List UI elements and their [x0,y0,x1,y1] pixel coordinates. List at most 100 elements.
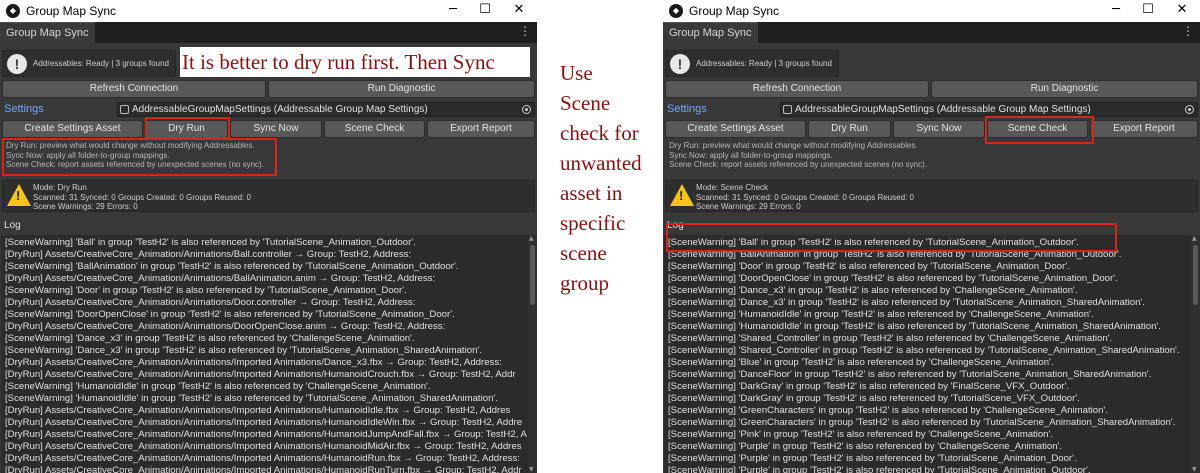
scrollbar-thumb[interactable] [530,245,535,305]
scroll-up-arrow-icon[interactable]: ▲ [1192,235,1197,242]
run-summary-box: ! Mode: Dry Run Scanned: 31 Synced: 0 Gr… [2,180,535,212]
log-entry: [DryRun] Assets/CreativeCore_Animation/A… [5,357,502,368]
log-scroll-view[interactable]: [SceneWarning] 'Ball' in group 'TestH2' … [664,235,1200,473]
export-report-button[interactable]: Export Report [427,120,535,138]
warning-icon-mark: ! [679,188,684,203]
refresh-connection-button[interactable]: Refresh Connection [2,80,266,98]
settings-object-value: AddressableGroupMapSettings (Addressable… [795,104,1091,115]
help-line: Dry Run: preview what would change witho… [6,141,255,150]
scroll-up-arrow-icon[interactable]: ▲ [529,235,534,242]
minimize-button[interactable]: ─ [1101,0,1131,22]
dry-run-first-callout: It is better to dry run first. Then Sync [180,47,530,77]
tab-group-map-sync[interactable]: Group Map Sync [0,22,95,43]
log-entry: [SceneWarning] 'HumanoidIdle' in group '… [668,321,1161,332]
settings-label: Settings [667,103,707,115]
export-report-button[interactable]: Export Report [1090,120,1198,138]
log-entry: [DryRun] Assets/CreativeCore_Animation/A… [5,417,523,428]
title-bar: ◆ Group Map Sync ─ ☐ ✕ [0,0,537,22]
refresh-connection-button[interactable]: Refresh Connection [665,80,929,98]
object-picker-icon[interactable] [522,105,531,114]
scroll-down-arrow-icon[interactable]: ▼ [1192,466,1197,473]
log-entry: [SceneWarning] 'DarkGray' in group 'Test… [668,381,1069,392]
log-entry: [DryRun] Assets/CreativeCore_Animation/A… [5,249,412,260]
dry-run-button[interactable]: Dry Run [145,120,228,138]
maximize-button[interactable]: ☐ [1133,0,1163,22]
kebab-menu-icon[interactable]: ⋮ [1182,24,1194,38]
run-diagnostic-button[interactable]: Run Diagnostic [268,80,535,98]
scroll-down-arrow-icon[interactable]: ▼ [529,466,534,473]
log-entry: [DryRun] Assets/CreativeCore_Animation/A… [5,465,522,473]
log-entry: [SceneWarning] 'Purple' in group 'TestH2… [668,465,1091,473]
create-settings-asset-button[interactable]: Create Settings Asset [2,120,143,138]
close-button[interactable]: ✕ [1167,0,1197,22]
scrollbar-thumb[interactable] [1193,245,1198,305]
log-entry: [SceneWarning] 'Dance_x3' in group 'Test… [668,297,1145,308]
help-line: Scene Check: report assets referenced by… [6,160,264,169]
summary-mode: Mode: Scene Check [696,183,769,192]
create-settings-asset-button[interactable]: Create Settings Asset [665,120,806,138]
help-line: Dry Run: preview what would change witho… [669,141,918,150]
kebab-menu-icon[interactable]: ⋮ [519,24,531,38]
note-line: scene [560,241,607,265]
log-entry: [DryRun] Assets/CreativeCore_Animation/A… [5,453,520,464]
log-entry: [SceneWarning] 'Ball' in group 'TestH2' … [5,237,416,248]
scene-check-button[interactable]: Scene Check [324,120,425,138]
sync-now-button[interactable]: Sync Now [893,120,985,138]
log-entry: [SceneWarning] 'Dance_x3' in group 'Test… [5,345,482,356]
log-vertical-scrollbar[interactable]: ▲ ▼ [528,235,537,473]
settings-object-field[interactable]: AddressableGroupMapSettings (Addressable… [117,102,535,117]
window-title: Group Map Sync [26,4,117,18]
log-entry: [DryRun] Assets/CreativeCore_Animation/A… [5,321,446,332]
info-icon: ! [7,54,27,74]
addressables-status: Addressables: Ready | 3 groups found [696,59,832,68]
status-help-box: ! Addressables: Ready | 3 groups found [665,50,839,77]
minimize-button[interactable]: ─ [438,0,468,22]
note-line: Use [560,61,593,85]
object-picker-icon[interactable] [1185,105,1194,114]
help-line: Sync Now: apply all folder-to-group mapp… [6,150,170,160]
tab-bar: Group Map Sync ⋮ [663,22,1200,43]
log-entry: [SceneWarning] 'HumanoidIdle' in group '… [5,381,431,392]
title-bar: ◆ Group Map Sync ─ ☐ ✕ [663,0,1200,22]
log-entry: [DryRun] Assets/CreativeCore_Animation/A… [5,441,522,452]
log-entry: [SceneWarning] 'Shared_Controller' in gr… [668,333,1113,344]
mode-help-text: Dry Run: preview what would change witho… [6,141,276,170]
note-line: unwanted [560,151,642,175]
log-entry: [SceneWarning] 'Door' in group 'TestH2' … [5,285,407,296]
run-diagnostic-button[interactable]: Run Diagnostic [931,80,1198,98]
info-icon: ! [670,54,690,74]
scriptable-object-icon [120,105,129,114]
log-entry: [SceneWarning] 'BallAnimation' in group … [668,249,1122,260]
log-label: Log [667,220,684,231]
log-entry: [SceneWarning] 'Pink' in group 'TestH2' … [668,429,1053,440]
warning-icon-mark: ! [16,188,21,203]
log-entry: [SceneWarning] 'Shared_Controller' in gr… [668,345,1180,356]
log-entry: [SceneWarning] 'GreenCharacters' in grou… [668,417,1176,428]
log-entry: [SceneWarning] 'GreenCharacters' in grou… [668,405,1108,416]
log-scroll-view[interactable]: [SceneWarning] 'Ball' in group 'TestH2' … [1,235,537,473]
log-entry: [SceneWarning] 'DoorOpenClose' in group … [5,309,455,320]
log-entry: [SceneWarning] 'Ball' in group 'TestH2' … [668,237,1079,248]
settings-label: Settings [4,103,44,115]
log-entry: [SceneWarning] 'BallAnimation' in group … [5,261,459,272]
summary-warnings: Scene Warnings: 29 Errors: 0 [33,202,138,211]
note-line: asset in [560,181,623,205]
scene-check-button[interactable]: Scene Check [987,120,1088,138]
maximize-button[interactable]: ☐ [470,0,500,22]
mode-help-text: Dry Run: preview what would change witho… [669,141,939,170]
sync-now-button[interactable]: Sync Now [230,120,322,138]
dry-run-button[interactable]: Dry Run [808,120,891,138]
scene-check-note: Use Scene check for unwanted asset in specifi… [560,58,660,298]
log-entry: [DryRun] Assets/CreativeCore_Animation/A… [5,429,527,440]
tab-group-map-sync[interactable]: Group Map Sync [663,22,758,43]
log-entry: [SceneWarning] 'DanceFloor' in group 'Te… [668,369,1152,380]
log-vertical-scrollbar[interactable]: ▲ ▼ [1191,235,1200,473]
log-entry: [DryRun] Assets/CreativeCore_Animation/A… [5,405,511,416]
summary-mode: Mode: Dry Run [33,183,87,192]
unity-app-icon: ◆ [669,4,683,18]
log-entry: [DryRun] Assets/CreativeCore_Animation/A… [5,297,416,308]
log-lines: [SceneWarning] 'Ball' in group 'TestH2' … [668,237,1190,473]
settings-object-field[interactable]: AddressableGroupMapSettings (Addressable… [780,102,1198,117]
addressables-status: Addressables: Ready | 3 groups found [33,59,169,68]
close-button[interactable]: ✕ [504,0,534,22]
